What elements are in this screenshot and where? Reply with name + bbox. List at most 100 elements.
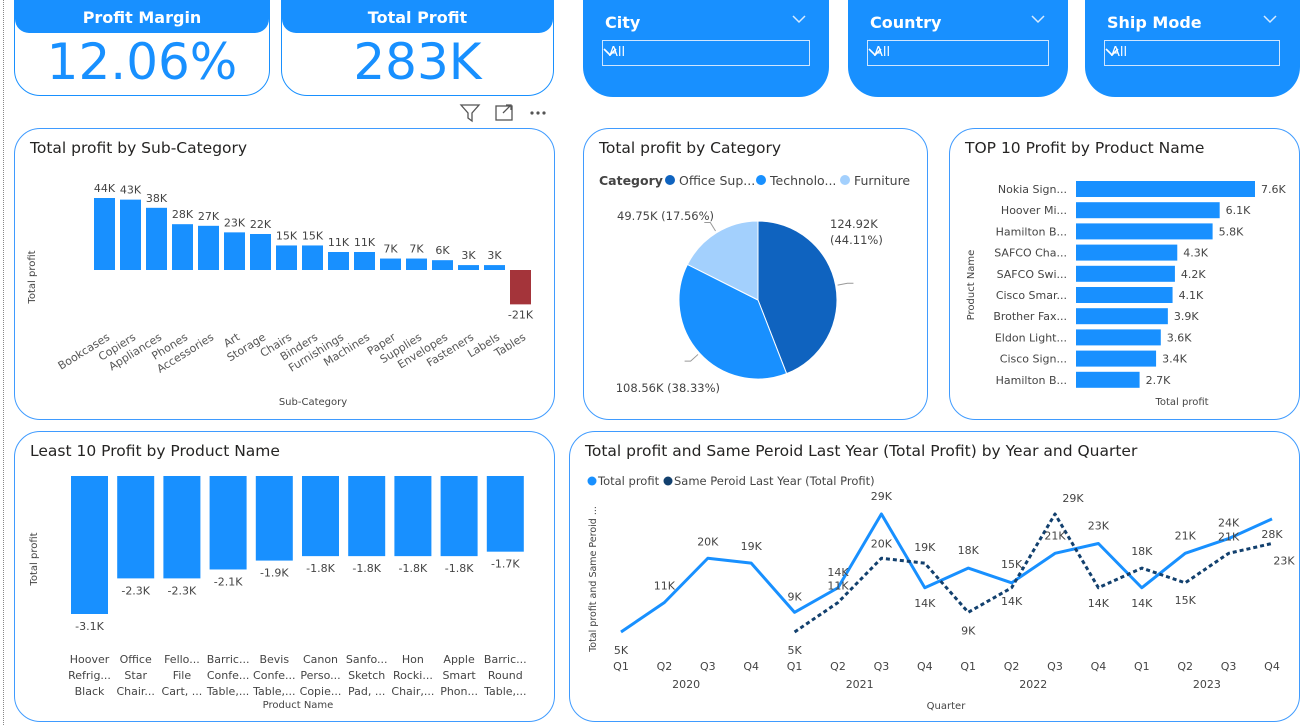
tick-label: Smart bbox=[442, 669, 476, 682]
data-label: 3.4K bbox=[1162, 353, 1187, 366]
data-label: 18K bbox=[958, 544, 980, 557]
tick-label: Hamilton B... bbox=[996, 225, 1067, 238]
data-label: 9K bbox=[787, 590, 802, 603]
bar bbox=[117, 476, 155, 579]
bar bbox=[394, 476, 432, 557]
data-label: 27K bbox=[198, 210, 220, 223]
data-label: 3.6K bbox=[1167, 331, 1192, 344]
subcategory-profit-chart[interactable]: Total profit by Sub-Category 44K Bookcase… bbox=[14, 128, 555, 420]
chevron-down-icon[interactable] bbox=[1262, 14, 1278, 24]
profit-margin-card[interactable]: Profit Margin 12.06% bbox=[14, 0, 270, 96]
data-label: 21K bbox=[1218, 530, 1240, 543]
chevron-down-icon[interactable] bbox=[1030, 14, 1046, 24]
tick-label: Confe... bbox=[207, 669, 250, 682]
axis-title-y: Total profit bbox=[29, 532, 40, 586]
tick-label-year: 2021 bbox=[846, 678, 874, 691]
top10-product-chart[interactable]: TOP 10 Profit by Product Name 7.6K Nokia … bbox=[949, 128, 1300, 420]
canvas-left-guide bbox=[3, 0, 4, 725]
tick-label: Q1 bbox=[1134, 660, 1150, 673]
axis-title-x: Quarter bbox=[927, 701, 967, 712]
data-label: -2.3K bbox=[168, 584, 197, 597]
axis-title-y: Total profit and Same Peroid ... bbox=[588, 506, 599, 653]
bar bbox=[1076, 265, 1175, 282]
bar bbox=[1076, 329, 1161, 346]
more-options-icon[interactable] bbox=[530, 111, 546, 115]
data-label: 15K bbox=[1001, 558, 1023, 571]
city-dropdown[interactable]: All bbox=[602, 40, 810, 66]
tick-label: Q2 bbox=[657, 660, 673, 673]
data-label: 11K bbox=[328, 236, 350, 249]
tick-label: Q2 bbox=[830, 660, 846, 673]
data-label: 19K bbox=[741, 540, 763, 553]
legend-item: Furniture bbox=[854, 173, 910, 188]
bar bbox=[328, 252, 349, 270]
data-label: 3K bbox=[461, 249, 476, 262]
data-label: 14K bbox=[1088, 597, 1110, 610]
profit-vs-last-year-chart[interactable]: Total profit and Same Peroid Last Year (… bbox=[569, 431, 1300, 722]
tick-label: Cart, ... bbox=[162, 685, 203, 698]
total-profit-card[interactable]: Total Profit 283K bbox=[281, 0, 554, 96]
country-slicer[interactable]: Country All bbox=[848, 0, 1068, 97]
bar bbox=[209, 476, 247, 570]
top10-chart-plot: 7.6K Nokia Sign... 6.1K Hoover Mi... 5.8K Ham… bbox=[966, 181, 1286, 408]
data-label: 24K bbox=[1218, 517, 1240, 530]
tick-label: Q1 bbox=[960, 660, 976, 673]
focus-mode-icon[interactable] bbox=[495, 104, 513, 121]
legend-item: Total profit bbox=[597, 474, 660, 488]
data-label: -1.9K bbox=[260, 567, 289, 580]
bar bbox=[302, 245, 323, 270]
data-label: 11K bbox=[827, 580, 849, 593]
data-label: 44K bbox=[94, 182, 116, 195]
city-slicer[interactable]: City All bbox=[583, 0, 829, 97]
tick-label: Star bbox=[124, 669, 147, 682]
tick-label: Sanfo... bbox=[346, 653, 388, 666]
category-profit-chart[interactable]: Total profit by Category Category Office … bbox=[583, 128, 928, 420]
tick-label: SAFCO Cha... bbox=[994, 247, 1067, 260]
tick-label: Canon bbox=[303, 653, 338, 666]
data-label: 6.1K bbox=[1226, 204, 1251, 217]
leader-line bbox=[837, 282, 854, 286]
bar bbox=[250, 234, 271, 270]
data-label: 23K bbox=[1088, 520, 1110, 533]
ship-mode-slicer-title: Ship Mode bbox=[1107, 13, 1202, 32]
tick-label: Sketch bbox=[348, 669, 385, 682]
bar bbox=[1076, 287, 1173, 303]
bar bbox=[146, 207, 167, 270]
tick-label: Confe... bbox=[253, 669, 296, 682]
tick-label: Barric... bbox=[484, 653, 527, 666]
data-label: 28K bbox=[1261, 528, 1283, 541]
bar bbox=[440, 476, 478, 557]
least10-product-chart[interactable]: Least 10 Profit by Product Name -3.1K Hoo… bbox=[14, 431, 555, 722]
tick-label: Table,... bbox=[483, 685, 526, 698]
ship-mode-dropdown[interactable]: All bbox=[1104, 40, 1280, 66]
tick-label: Eldon Light... bbox=[995, 331, 1067, 344]
profit-margin-label: Profit Margin bbox=[15, 1, 269, 33]
ship-mode-slicer[interactable]: Ship Mode All bbox=[1085, 0, 1300, 97]
tick-label: Q1 bbox=[613, 660, 629, 673]
bar bbox=[1076, 308, 1168, 325]
data-label: 14K bbox=[1001, 595, 1023, 608]
bar bbox=[1076, 202, 1220, 219]
country-dropdown[interactable]: All bbox=[867, 40, 1049, 66]
axis-title-y: Total profit bbox=[27, 250, 38, 304]
tick-label: Hoover Mi... bbox=[1001, 204, 1067, 217]
data-label: 19K bbox=[914, 541, 936, 554]
data-label: 23K bbox=[1273, 555, 1295, 568]
bar bbox=[1076, 181, 1255, 197]
legend-item: Office Sup... bbox=[679, 173, 755, 188]
data-label: -2.1K bbox=[214, 575, 243, 588]
chevron-down-icon[interactable] bbox=[791, 14, 807, 24]
tick-label: Office bbox=[120, 653, 152, 666]
data-label: 21K bbox=[1044, 529, 1066, 542]
category-chart-plot: Category Office Sup... Technolo... Furnitur… bbox=[599, 173, 910, 395]
legend-marker bbox=[665, 175, 675, 185]
data-label: 11K bbox=[354, 236, 376, 249]
bar bbox=[354, 252, 375, 270]
legend-marker bbox=[840, 175, 850, 185]
tick-label: Q2 bbox=[1004, 660, 1020, 673]
data-label: 14K bbox=[914, 597, 936, 610]
data-label: 11K bbox=[654, 580, 676, 593]
legend-item: Same Peroid Last Year (Total Profit) bbox=[674, 474, 875, 488]
data-label: 43K bbox=[120, 184, 142, 197]
filter-icon[interactable] bbox=[459, 104, 481, 123]
